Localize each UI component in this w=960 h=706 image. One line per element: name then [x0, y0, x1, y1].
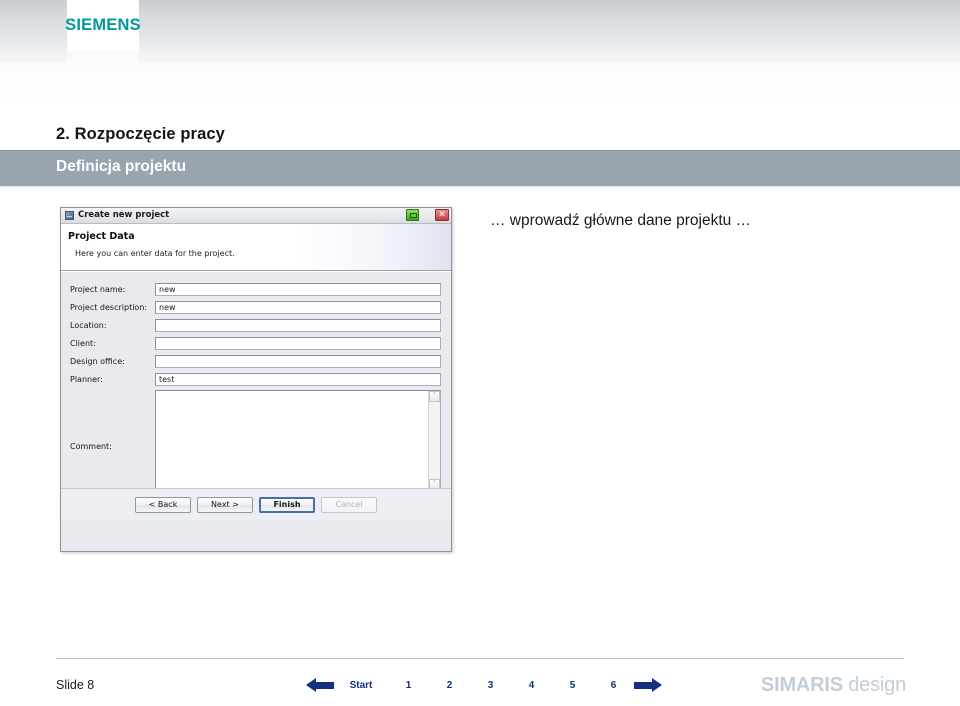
nav-page-2[interactable]: 2: [429, 680, 470, 691]
dialog-header: Project Data Here you can enter data for…: [61, 224, 451, 271]
nav-start[interactable]: Start: [334, 680, 388, 691]
product-brand: SIMARIS design: [761, 674, 906, 697]
prev-arrow-icon[interactable]: [306, 678, 334, 692]
nav-page-5[interactable]: 5: [552, 680, 593, 691]
create-new-project-dialog: Create new project ✕ Project Data Here y…: [60, 207, 452, 552]
back-button[interactable]: < Back: [135, 496, 191, 513]
label-comment: Comment:: [70, 442, 112, 451]
dialog-button-bar: < Back Next > Finish Cancel: [61, 488, 451, 520]
next-button[interactable]: Next >: [197, 496, 253, 513]
label-project-name: Project name:: [70, 284, 126, 294]
page-subtitle: Definicja projektu: [56, 158, 187, 175]
nav-page-4[interactable]: 4: [511, 680, 552, 691]
page-title: 2. Rozpoczęcie pracy: [56, 125, 225, 143]
label-location: Location:: [70, 320, 107, 330]
titlebar-buttons: ✕: [406, 209, 449, 221]
cancel-button: Cancel: [321, 496, 377, 513]
next-arrow-icon[interactable]: [634, 678, 662, 692]
input-location[interactable]: [155, 318, 441, 332]
product-brand-bold: SIMARIS: [760, 674, 843, 696]
dialog-header-subtitle: Here you can enter data for the project.: [75, 249, 235, 258]
input-comment[interactable]: ˄ ˅ ‹ ›: [155, 390, 441, 503]
siemens-logo: SIEMENS: [65, 0, 141, 51]
form-row-project-description: Project description:: [61, 298, 451, 316]
form-row-design-office: Design office:: [61, 352, 451, 370]
product-brand-light: design: [842, 674, 906, 696]
slide-navigation: Start 1 2 3 4 5 6: [306, 678, 662, 692]
subtitle-band-shadow: [0, 186, 960, 189]
nav-page-1[interactable]: 1: [388, 680, 429, 691]
dialog-titlebar[interactable]: Create new project ✕: [61, 208, 451, 224]
form-row-project-name: Project name:: [61, 280, 451, 298]
form-row-client: Client:: [61, 334, 451, 352]
input-project-name[interactable]: [155, 282, 441, 296]
comment-section: Comment: ˄ ˅ ‹ ›: [70, 390, 441, 503]
label-design-office: Design office:: [70, 356, 125, 366]
scroll-up-icon[interactable]: ˄: [429, 391, 440, 402]
input-client[interactable]: [155, 336, 441, 350]
form-row-planner: Planner:: [61, 370, 451, 388]
dialog-title-text: Create new project: [78, 210, 170, 221]
label-client: Client:: [70, 338, 96, 348]
input-project-description[interactable]: [155, 300, 441, 314]
label-project-description: Project description:: [70, 302, 148, 312]
label-planner: Planner:: [70, 374, 103, 384]
close-icon[interactable]: ✕: [435, 209, 449, 221]
siemens-logo-text: SIEMENS: [65, 16, 141, 34]
input-design-office[interactable]: [155, 354, 441, 368]
footer-divider: [56, 658, 904, 659]
nav-page-6[interactable]: 6: [593, 680, 634, 691]
dialog-body: Project name: Project description: Locat…: [61, 271, 451, 520]
slide-number: Slide 8: [56, 678, 95, 692]
logo-box-shadow: [67, 51, 139, 63]
green-help-icon[interactable]: [406, 209, 419, 221]
project-form: Project name: Project description: Locat…: [61, 280, 451, 388]
finish-button[interactable]: Finish: [259, 496, 315, 513]
input-planner[interactable]: [155, 372, 441, 386]
subtitle-band-top-rule: [0, 150, 960, 151]
comment-vertical-scrollbar[interactable]: [428, 391, 440, 490]
annotation-text: … wprowadź główne dane projektu …: [490, 212, 752, 229]
dialog-header-title: Project Data: [68, 231, 135, 242]
window-app-icon: [65, 211, 74, 220]
nav-page-3[interactable]: 3: [470, 680, 511, 691]
form-row-location: Location:: [61, 316, 451, 334]
